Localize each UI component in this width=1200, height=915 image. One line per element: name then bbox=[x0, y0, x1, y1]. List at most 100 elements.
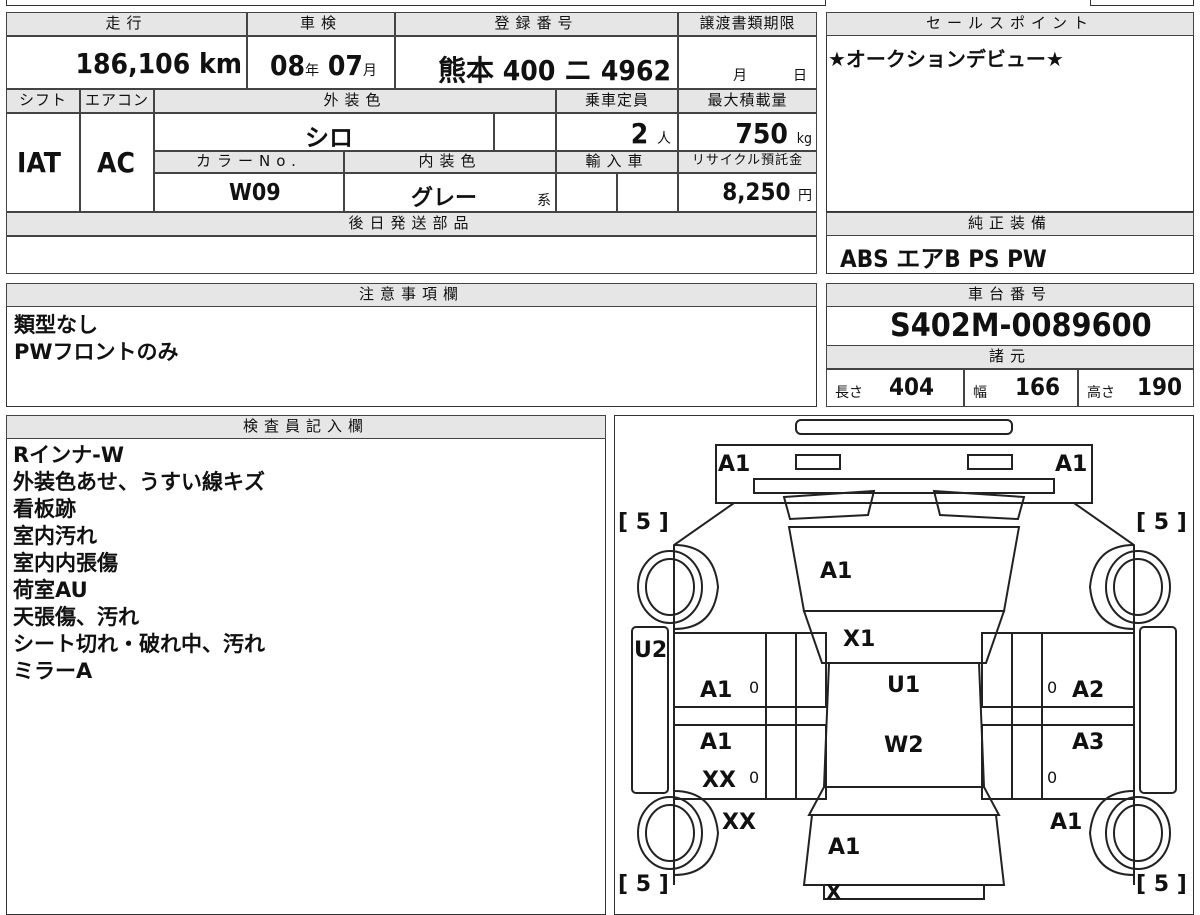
mark-windshield: X1 bbox=[843, 627, 876, 652]
capacity-header: 乗車定員 bbox=[556, 89, 678, 113]
recycle-value: 8,250 bbox=[722, 178, 791, 206]
width-value: 166 bbox=[1015, 373, 1061, 401]
aircon-value: AC bbox=[97, 146, 135, 179]
windshield bbox=[802, 610, 1006, 664]
inspector-line-9: ミラーA bbox=[13, 659, 93, 683]
loadcap-unit: kg bbox=[796, 131, 812, 147]
length-value: 404 bbox=[889, 373, 935, 401]
notes-header: 注意事項欄 bbox=[6, 283, 817, 307]
width-cell: 幅 166 bbox=[964, 369, 1078, 407]
registration-value: 熊本 400 ニ 4962 bbox=[438, 54, 671, 87]
tire-rr-rating: [ 5 ] bbox=[1136, 872, 1187, 897]
mark-rear-bottom: X bbox=[826, 880, 842, 904]
mark-left-rear-quarter: XX bbox=[722, 810, 756, 835]
left-rear-door bbox=[673, 724, 827, 800]
notes-line-1: 類型なし bbox=[14, 313, 98, 337]
tire-fr-rating: [ 5 ] bbox=[1136, 510, 1187, 535]
mark-left-side: U2 bbox=[634, 638, 668, 663]
inspector-line-5: 室内内張傷 bbox=[13, 551, 118, 575]
wheel-rl bbox=[637, 796, 703, 870]
width-label: 幅 bbox=[973, 385, 987, 401]
mileage-value: 186,106 bbox=[75, 47, 191, 80]
right-headlight bbox=[967, 454, 1013, 470]
mark-left-front-door: A1 bbox=[700, 678, 733, 703]
height-cell: 高さ 190 bbox=[1078, 369, 1194, 407]
capacity-cell: 2 人 bbox=[556, 113, 678, 151]
front-bumper bbox=[795, 419, 1013, 435]
chassis-value: S402M-0089600 bbox=[890, 306, 1152, 344]
interior-cell: グレー 系 bbox=[344, 173, 556, 212]
import-header: 輸入車 bbox=[556, 151, 678, 173]
mark-zero-rr: 0 bbox=[1047, 768, 1058, 787]
mark-roof-front: U1 bbox=[887, 673, 921, 698]
mark-front-left: A1 bbox=[718, 452, 751, 477]
recycle-cell: 8,250 円 bbox=[678, 173, 817, 212]
length-label: 長さ bbox=[835, 385, 863, 401]
import-cell-1 bbox=[556, 173, 617, 212]
inspection-cell: 08年 07月 bbox=[247, 36, 395, 89]
shift-cell: IAT bbox=[6, 113, 80, 212]
later-parts-cell bbox=[6, 236, 817, 274]
mileage-header: 走行 bbox=[6, 12, 247, 36]
inspector-header: 検査員記入欄 bbox=[6, 415, 606, 439]
inspection-year-unit: 年 bbox=[305, 63, 320, 79]
length-cell: 長さ 404 bbox=[826, 369, 964, 407]
left-wiper bbox=[782, 489, 876, 521]
exterior-header: 外装色 bbox=[154, 89, 556, 113]
interior-unit: 系 bbox=[537, 193, 551, 209]
aircon-header: エアコン bbox=[80, 89, 154, 113]
exterior-code-cell bbox=[494, 113, 556, 151]
loadcap-cell: 750 kg bbox=[678, 113, 817, 151]
mark-left-rear-door-2: XX bbox=[702, 768, 736, 793]
right-sill bbox=[1139, 626, 1177, 794]
transfer-cell: 月 日 bbox=[678, 36, 817, 89]
interior-header: 内装色 bbox=[344, 151, 556, 173]
later-parts-header: 後日発送部品 bbox=[6, 212, 817, 236]
color-no-value: W09 bbox=[229, 180, 281, 206]
mark-rear-body: A1 bbox=[828, 835, 861, 860]
registration-cell: 熊本 400 ニ 4962 bbox=[395, 36, 678, 89]
mark-front-right: A1 bbox=[1055, 452, 1088, 477]
notes-line-2: PWフロントのみ bbox=[14, 340, 179, 364]
top-strip-right bbox=[1090, 0, 1194, 6]
sales-point-text: ★オークションデビュー★ bbox=[828, 47, 1064, 71]
inspector-line-6: 荷室AU bbox=[13, 578, 88, 602]
inspector-line-3: 看板跡 bbox=[13, 497, 76, 521]
mileage-unit: km bbox=[199, 47, 242, 80]
front-panel bbox=[715, 444, 1093, 504]
mark-left-rear-door: A1 bbox=[700, 730, 733, 755]
right-wiper bbox=[932, 489, 1026, 521]
inspector-line-8: シート切れ・破れ中、汚れ bbox=[13, 632, 265, 656]
mark-zero-lr: 0 bbox=[749, 768, 760, 787]
inspection-header: 車検 bbox=[247, 12, 395, 36]
wheel-fr bbox=[1105, 550, 1171, 624]
recycle-header: リサイクル預託金 bbox=[678, 151, 817, 173]
mark-roof-rear: W2 bbox=[884, 733, 924, 758]
mileage-cell: 186,106 km bbox=[6, 36, 247, 89]
mark-right-rear-quarter: A1 bbox=[1050, 810, 1083, 835]
mark-zero-lf: 0 bbox=[749, 678, 760, 697]
loadcap-value: 750 bbox=[735, 117, 788, 150]
inspection-month-unit: 月 bbox=[362, 63, 377, 79]
transfer-month-unit: 月 bbox=[733, 68, 747, 84]
top-strip bbox=[6, 0, 826, 6]
left-headlight bbox=[795, 454, 841, 470]
sales-point-box bbox=[826, 12, 1194, 212]
inspector-line-2: 外装色あせ、うすい線キズ bbox=[13, 470, 265, 494]
shift-value: IAT bbox=[17, 146, 61, 179]
tire-fl-rating: [ 5 ] bbox=[618, 510, 669, 535]
wheel-fl bbox=[637, 550, 703, 624]
registration-header: 登録番号 bbox=[395, 12, 678, 36]
recycle-unit: 円 bbox=[798, 188, 812, 204]
wheel-rr bbox=[1105, 796, 1171, 870]
loadcap-header: 最大積載量 bbox=[678, 89, 817, 113]
equipment-header: 純正装備 bbox=[826, 212, 1194, 236]
inspector-line-7: 天張傷、汚れ bbox=[13, 605, 139, 629]
car-diagram bbox=[631, 419, 1177, 900]
color-no-header: カラーNo. bbox=[154, 151, 344, 173]
transfer-header: 譲渡書類期限 bbox=[678, 12, 817, 36]
tire-rl-rating: [ 5 ] bbox=[618, 872, 669, 897]
right-front-door bbox=[981, 632, 1135, 708]
chassis-header: 車台番号 bbox=[826, 283, 1194, 307]
aircon-cell: AC bbox=[80, 113, 154, 212]
